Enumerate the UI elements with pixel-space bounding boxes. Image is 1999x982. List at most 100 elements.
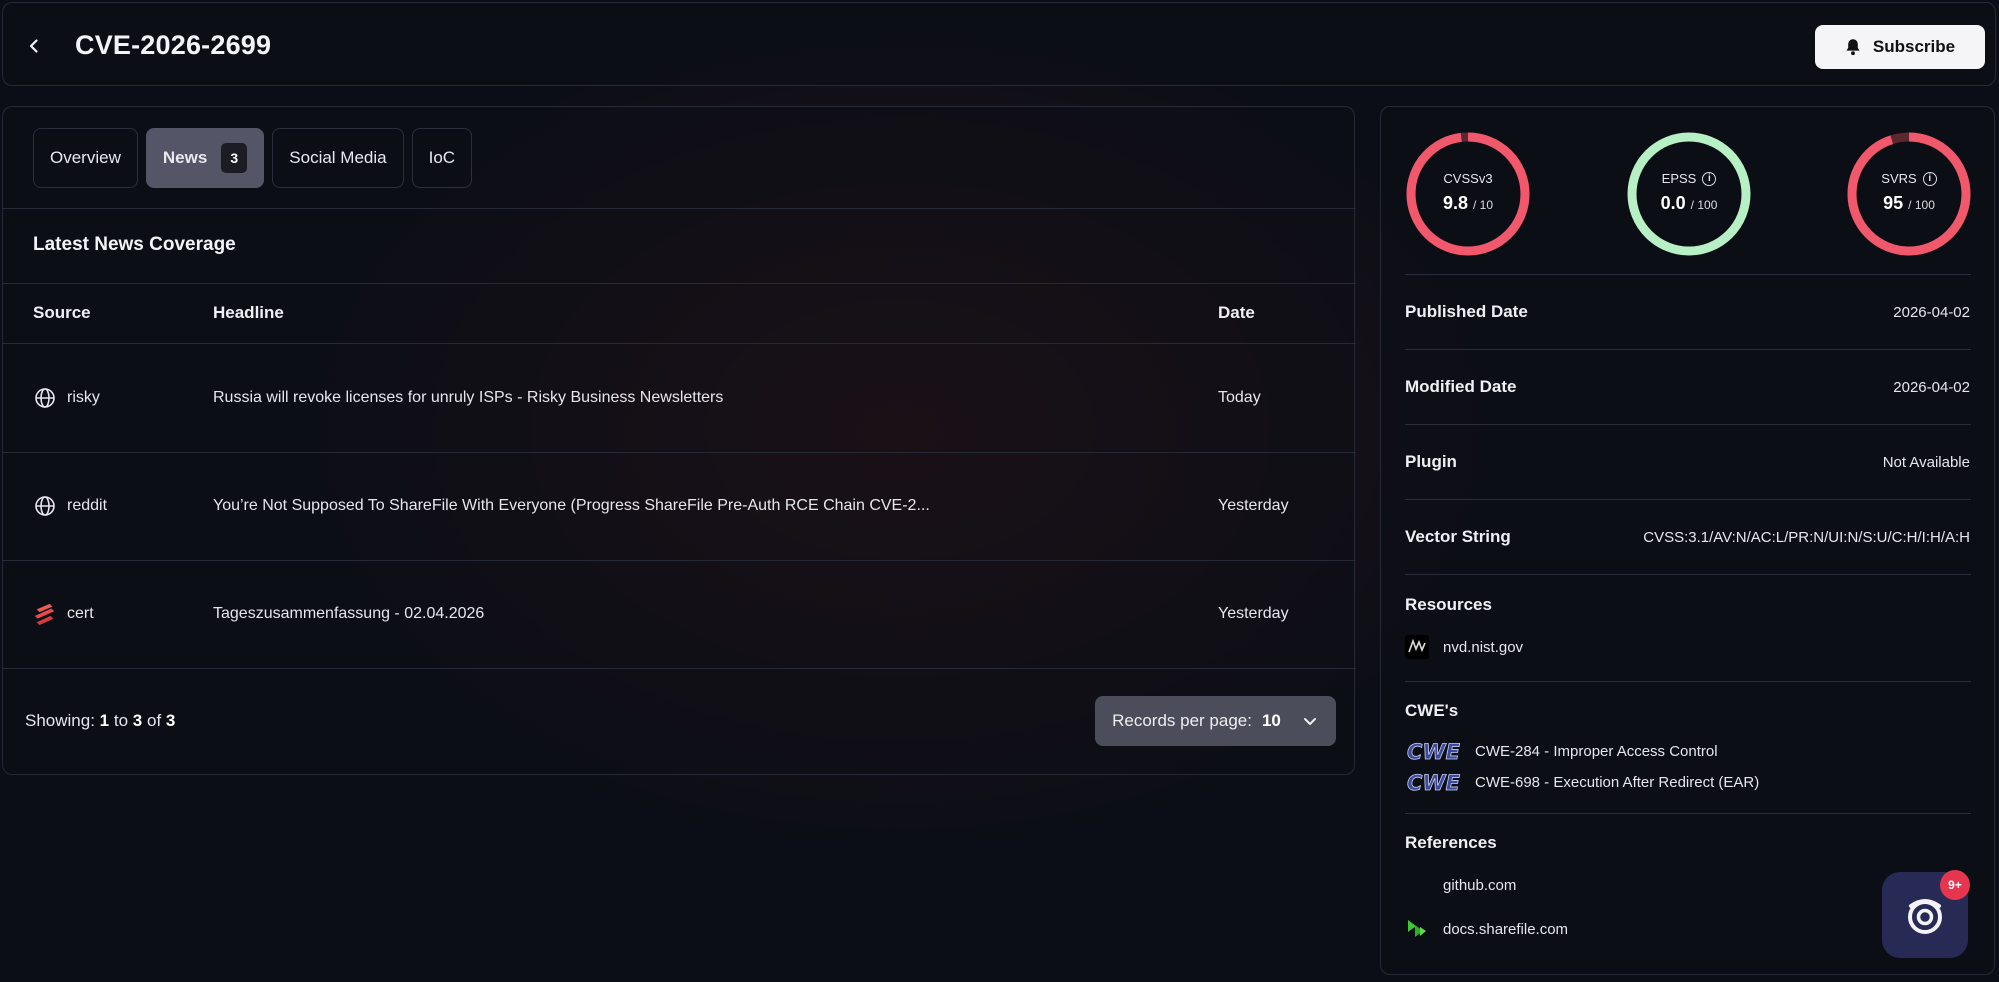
tab-social-media[interactable]: Social Media	[272, 128, 404, 188]
reference-link[interactable]: docs.sharefile.com	[1405, 917, 1568, 941]
gauge-name: SVRS	[1881, 171, 1917, 186]
reference-label: github.com	[1443, 876, 1517, 894]
github-icon	[1405, 873, 1429, 897]
date-cell: Yesterday	[1218, 497, 1289, 514]
column-header-headline: Headline	[213, 303, 284, 322]
published-date-value: 2026-04-02	[1893, 304, 1970, 321]
tab-bar: Overview News 3 Social Media IoC	[33, 128, 473, 188]
divider	[1405, 499, 1971, 500]
published-date-label: Published Date	[1405, 302, 1528, 321]
cwe-logo-icon: CWE	[1407, 740, 1461, 764]
info-icon[interactable]: i	[1702, 171, 1717, 186]
gauge-label: EPSS i	[1626, 171, 1752, 186]
records-per-page-select[interactable]: Records per page: 10	[1095, 696, 1336, 746]
vector-string-value: CVSS:3.1/AV:N/AC:L/PR:N/UI:N/S:U/C:H/I:H…	[1643, 529, 1970, 546]
gauge-label: CVSSv3	[1405, 171, 1531, 186]
column-header-source: Source	[33, 303, 91, 322]
tab-label: IoC	[428, 148, 456, 167]
gauge-label: SVRS i	[1846, 171, 1972, 186]
tab-label: Social Media	[289, 148, 387, 167]
date-cell: Yesterday	[1218, 605, 1289, 622]
resources-title: Resources	[1405, 595, 1492, 614]
cwe-link[interactable]: CWE CWE-698 - Execution After Redirect (…	[1405, 769, 1760, 795]
source-cell: cert	[33, 560, 94, 668]
vector-string-label: Vector String	[1405, 527, 1511, 546]
divider	[1405, 349, 1971, 350]
tab-ioc[interactable]: IoC	[411, 128, 473, 188]
back-button[interactable]	[19, 31, 49, 61]
headline-link[interactable]: Russia will revoke licenses for unruly I…	[213, 344, 723, 452]
tab-label: News	[162, 148, 208, 167]
divider	[3, 668, 1356, 669]
svrs-gauge: SVRS i 95 / 100	[1846, 131, 1972, 257]
range-total: 3	[165, 711, 176, 730]
of-word: of	[147, 711, 162, 730]
cwe-label: CWE-284 - Improper Access Control	[1475, 742, 1718, 760]
plugin-label: Plugin	[1405, 452, 1457, 471]
to-word: to	[113, 711, 129, 730]
tab-news[interactable]: News 3	[145, 128, 265, 188]
source-name: reddit	[67, 497, 108, 514]
resource-label: nvd.nist.gov	[1443, 638, 1524, 656]
gauge-value: 9.8 / 10	[1405, 193, 1531, 214]
info-icon[interactable]: i	[1922, 171, 1937, 186]
subscribe-label: Subscribe	[1872, 37, 1956, 56]
divider	[1405, 424, 1971, 425]
notification-badge: 9+	[1940, 870, 1970, 900]
divider	[3, 208, 1356, 209]
epss-gauge: EPSS i 0.0 / 100	[1626, 131, 1752, 257]
headline-link[interactable]: Tageszusammenfassung - 02.04.2026	[213, 560, 484, 668]
range-from: 1	[99, 711, 110, 730]
table-row[interactable]: cert Tageszusammenfassung - 02.04.2026 Y…	[3, 560, 1356, 668]
page-title: CVE-2026-2699	[75, 30, 272, 60]
score-value: 9.8	[1442, 193, 1468, 213]
details-panel: CVSSv3 9.8 / 10 EPSS i 0.0 / 100 SVRS i 95…	[1380, 106, 1995, 975]
divider	[1405, 813, 1971, 814]
score-max: / 100	[1908, 198, 1935, 212]
sharefile-logo-icon	[1408, 920, 1426, 937]
cert-logo-icon	[33, 602, 57, 626]
cwe-label: CWE-698 - Execution After Redirect (EAR)	[1475, 773, 1760, 791]
svg-text:CWE: CWE	[1407, 740, 1461, 764]
cwes-title: CWE's	[1405, 701, 1459, 720]
records-label: Records per page:	[1112, 711, 1252, 730]
subscribe-button[interactable]: Subscribe	[1815, 25, 1985, 69]
score-max: / 10	[1473, 198, 1494, 212]
page-header: CVE-2026-2699 Subscribe	[2, 2, 1996, 86]
gauge-value: 95 / 100	[1846, 193, 1972, 214]
nvd-logo-icon	[1405, 635, 1429, 659]
pagination-summary: Showing: 1 to 3 of 3	[25, 711, 175, 731]
score-value: 95	[1883, 193, 1904, 213]
cwe-link[interactable]: CWE CWE-284 - Improper Access Control	[1405, 738, 1718, 764]
reference-link[interactable]: github.com	[1405, 873, 1516, 897]
range-to: 3	[132, 711, 143, 730]
svg-text:CWE: CWE	[1407, 771, 1461, 795]
bell-icon	[1846, 39, 1860, 56]
score-value: 0.0	[1660, 193, 1686, 213]
plugin-value: Not Available	[1882, 454, 1970, 471]
section-heading: Latest News Coverage	[33, 234, 236, 255]
divider	[1405, 274, 1971, 275]
source-name: risky	[67, 389, 100, 406]
showing-prefix: Showing:	[25, 711, 95, 730]
gauge-name: EPSS	[1661, 171, 1697, 186]
resource-link[interactable]: nvd.nist.gov	[1405, 635, 1523, 659]
source-name: cert	[67, 605, 94, 622]
divider	[1405, 574, 1971, 575]
chevron-down-icon	[1303, 718, 1316, 725]
source-cell: reddit	[33, 452, 107, 560]
cwe-logo-icon: CWE	[1407, 771, 1461, 795]
records-value: 10	[1261, 711, 1281, 730]
cvss-gauge: CVSSv3 9.8 / 10	[1405, 131, 1531, 257]
references-title: References	[1405, 833, 1497, 852]
tab-label: Overview	[50, 148, 121, 167]
table-row[interactable]: reddit You’re Not Supposed To ShareFile …	[3, 452, 1356, 560]
news-panel: Overview News 3 Social Media IoC Latest …	[2, 106, 1356, 775]
headline-link[interactable]: You’re Not Supposed To ShareFile With Ev…	[213, 452, 930, 560]
chevron-left-icon	[29, 39, 38, 53]
globe-icon	[33, 386, 57, 410]
modified-date-value: 2026-04-02	[1893, 379, 1970, 396]
tab-overview[interactable]: Overview	[33, 128, 138, 188]
table-row[interactable]: risky Russia will revoke licenses for un…	[3, 344, 1356, 452]
gauge-name: CVSSv3	[1443, 171, 1493, 186]
